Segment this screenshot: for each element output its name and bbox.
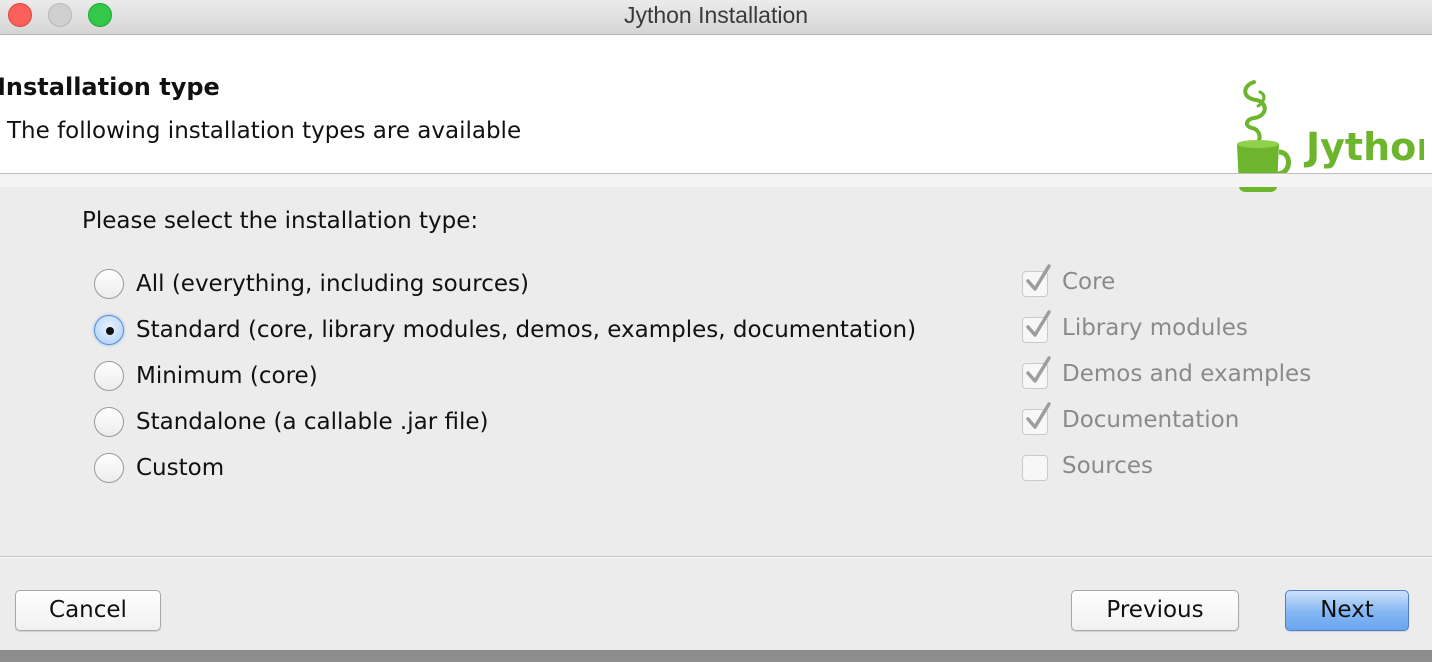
window-title: Jython Installation bbox=[623, 2, 809, 28]
checkmark-icon bbox=[1026, 264, 1051, 291]
radio-button[interactable] bbox=[94, 361, 124, 391]
checkbox[interactable] bbox=[1022, 310, 1051, 343]
cancel-button[interactable]: Cancel bbox=[15, 590, 161, 631]
radio-label[interactable]: Standard (core, library modules, demos, … bbox=[136, 317, 916, 343]
checkmark-icon bbox=[1026, 310, 1051, 337]
checkbox-label: Documentation bbox=[1062, 407, 1240, 433]
checkmark-icon bbox=[1026, 402, 1051, 429]
install-type-prompt: Please select the installation type: bbox=[82, 208, 479, 234]
header-divider-highlight bbox=[0, 174, 1432, 187]
checkmark-icon bbox=[1026, 356, 1051, 383]
checkbox[interactable] bbox=[1022, 356, 1051, 389]
radio-button[interactable] bbox=[94, 269, 124, 299]
checkbox[interactable] bbox=[1022, 264, 1051, 297]
next-button[interactable]: Next bbox=[1285, 590, 1409, 631]
radio-button[interactable] bbox=[94, 407, 124, 437]
logo-text: Jython bbox=[1303, 125, 1424, 169]
radio-button-selected[interactable] bbox=[94, 315, 124, 345]
radio-label[interactable]: All (everything, including sources) bbox=[136, 271, 529, 297]
checkbox-label: Library modules bbox=[1062, 315, 1248, 341]
radio-button[interactable] bbox=[94, 453, 124, 483]
radio-label[interactable]: Custom bbox=[136, 455, 224, 481]
window-bottom-edge bbox=[0, 650, 1432, 662]
wizard-header: Installation type The following installa… bbox=[0, 35, 1432, 192]
page-subtitle: The following installation types are ava… bbox=[7, 118, 522, 144]
radio-label[interactable]: Standalone (a callable .jar file) bbox=[136, 409, 489, 435]
checkbox-label: Core bbox=[1062, 269, 1116, 295]
previous-button[interactable]: Previous bbox=[1071, 590, 1239, 631]
checkbox-label: Demos and examples bbox=[1062, 361, 1312, 387]
window-titlebar: Jython Installation bbox=[0, 0, 1432, 35]
footer-divider-highlight bbox=[0, 557, 1432, 558]
checkbox[interactable] bbox=[1022, 455, 1048, 481]
checkbox-label: Sources bbox=[1062, 453, 1153, 479]
radio-label[interactable]: Minimum (core) bbox=[136, 363, 318, 389]
page-title: Installation type bbox=[0, 73, 220, 101]
checkbox[interactable] bbox=[1022, 402, 1051, 435]
